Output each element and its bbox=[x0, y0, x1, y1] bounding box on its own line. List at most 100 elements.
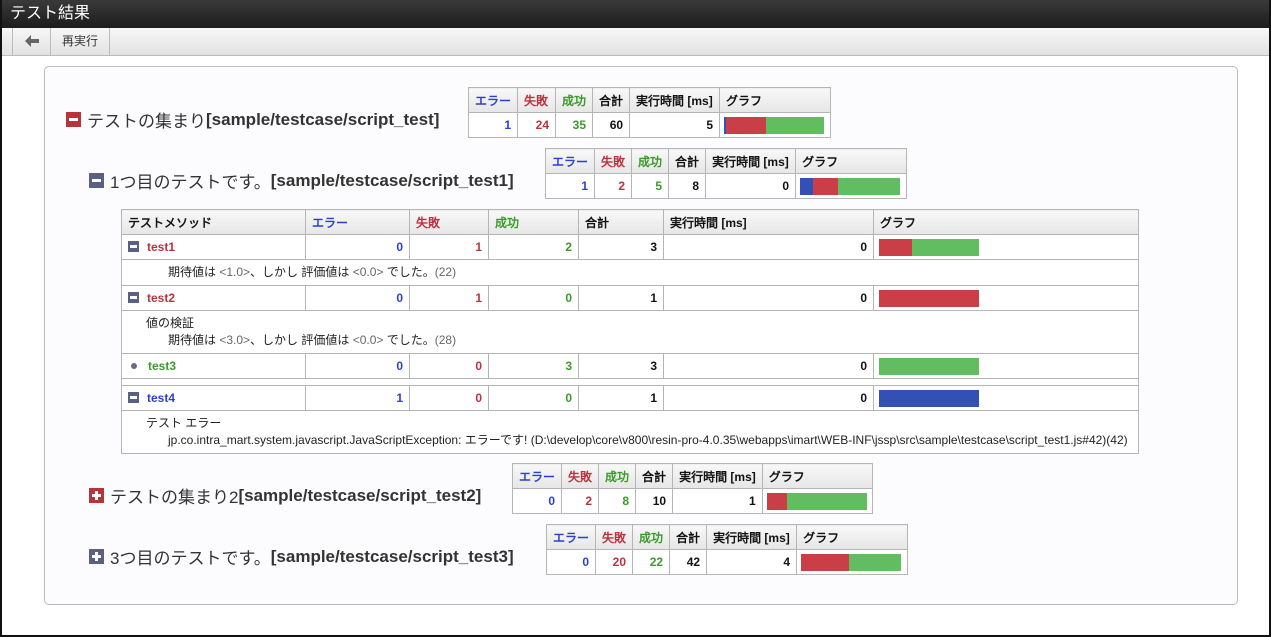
collapse-icon[interactable] bbox=[128, 392, 139, 403]
suite-heading[interactable]: テストの集まり [sample/testcase/script_test] bbox=[66, 107, 439, 132]
header-graph: グラフ bbox=[795, 148, 908, 174]
method-name[interactable]: test4 bbox=[147, 391, 175, 405]
suite-path: [sample/testcase/script_test2] bbox=[238, 485, 482, 505]
message-value: <0.0> bbox=[352, 265, 384, 279]
header-success: 成功 bbox=[631, 148, 670, 174]
back-button[interactable] bbox=[12, 28, 50, 55]
table-row: test3 0 0 3 3 0 bbox=[121, 353, 1139, 379]
value-success: 0 bbox=[488, 385, 579, 411]
header-total: 合計 bbox=[578, 209, 664, 235]
message-row: テスト エラー jp.co.intra_mart.system.javascrip… bbox=[121, 410, 1139, 454]
message-text: 、しかし 評価値は bbox=[250, 265, 353, 279]
message-value: <3.0> bbox=[219, 333, 251, 347]
message-text: でした。 bbox=[383, 265, 435, 279]
value-time: 0 bbox=[663, 285, 874, 311]
header-graph: グラフ bbox=[761, 463, 873, 489]
collapse-icon[interactable] bbox=[128, 292, 139, 303]
header-failure: 失敗 bbox=[409, 209, 489, 235]
header-failure: 失敗 bbox=[517, 87, 557, 113]
failure-message: 値の検証 期待値は <3.0>、しかし 評価値は <0.0> でした。(28) bbox=[121, 310, 1139, 354]
failure-message: テスト エラー jp.co.intra_mart.system.javascrip… bbox=[121, 410, 1139, 454]
graph-cell bbox=[761, 488, 873, 514]
suite-title: 3つ目のテストです。 bbox=[110, 549, 271, 568]
header-error: エラー bbox=[545, 524, 597, 550]
header-total: 合計 bbox=[668, 148, 707, 174]
bar-segment-failure bbox=[725, 116, 766, 134]
suite-title: テストの集まり bbox=[87, 112, 206, 131]
table-row: test1 0 1 2 3 0 bbox=[121, 234, 1139, 260]
collapse-icon[interactable] bbox=[128, 241, 139, 252]
value-error: 1 bbox=[544, 173, 596, 199]
value-total: 8 bbox=[668, 173, 707, 199]
value-failure: 24 bbox=[517, 112, 557, 138]
header-error: エラー bbox=[544, 148, 596, 174]
message-value: <0.0> bbox=[352, 333, 384, 347]
graph-cell bbox=[873, 234, 1139, 260]
suite-heading[interactable]: テストの集まり2 [sample/testcase/script_test2] bbox=[89, 483, 481, 508]
graph-cell bbox=[873, 353, 1139, 379]
test-method-table: テストメソッド エラー 失敗 成功 合計 実行時間 [ms] グラフ test1 0 1 2 3 0 期待… bbox=[121, 209, 1139, 454]
method-name-cell[interactable]: test2 bbox=[121, 285, 306, 311]
method-name[interactable]: test3 bbox=[148, 359, 176, 373]
value-failure: 2 bbox=[594, 173, 633, 199]
suite-title: 1つ目のテストです。 bbox=[110, 173, 271, 192]
suite-path: [sample/testcase/script_test3] bbox=[270, 546, 514, 566]
value-total: 3 bbox=[578, 234, 664, 260]
result-bar bbox=[766, 492, 867, 510]
bar-segment-success bbox=[837, 177, 901, 195]
message-text: 期待値は bbox=[168, 265, 220, 279]
header-time: 実行時間 [ms] bbox=[672, 463, 763, 489]
method-name[interactable]: test1 bbox=[147, 240, 175, 254]
suite-heading[interactable]: 1つ目のテストです。 [sample/testcase/script_test1… bbox=[89, 168, 514, 193]
header-total: 合計 bbox=[592, 87, 631, 113]
collapse-icon[interactable] bbox=[89, 173, 104, 188]
value-time: 0 bbox=[663, 353, 874, 379]
header-failure: 失敗 bbox=[595, 524, 634, 550]
value-success: 0 bbox=[488, 285, 579, 311]
message-value: (22) bbox=[434, 265, 457, 279]
value-time: 5 bbox=[629, 112, 721, 138]
expand-icon[interactable] bbox=[89, 549, 104, 564]
expand-icon[interactable] bbox=[89, 488, 104, 503]
bar-segment-success bbox=[765, 116, 825, 134]
value-error: 0 bbox=[545, 549, 597, 575]
suite-path: [sample/testcase/script_test1] bbox=[270, 170, 514, 190]
header-failure: 失敗 bbox=[561, 463, 600, 489]
suite-path: [sample/testcase/script_test] bbox=[206, 109, 440, 129]
collapse-icon[interactable] bbox=[66, 112, 81, 127]
graph-cell bbox=[873, 285, 1139, 311]
bar-segment-success bbox=[912, 238, 979, 256]
message-text: 、しかし 評価値は bbox=[250, 333, 353, 347]
value-success: 3 bbox=[488, 353, 579, 379]
window-title: テスト結果 bbox=[0, 0, 1271, 28]
value-total: 42 bbox=[669, 549, 708, 575]
result-bar bbox=[879, 289, 979, 307]
header-success: 成功 bbox=[555, 87, 594, 113]
bullet-icon bbox=[131, 363, 137, 369]
value-failure: 0 bbox=[409, 385, 489, 411]
suite-heading[interactable]: 3つ目のテストです。 [sample/testcase/script_test3… bbox=[89, 544, 514, 569]
graph-cell bbox=[795, 173, 908, 199]
value-total: 10 bbox=[635, 488, 674, 514]
bar-segment-error bbox=[879, 389, 979, 407]
suite-summary-table: エラー 失敗 成功 合計 実行時間 [ms] グラフ 0 2 8 10 1 bbox=[511, 463, 873, 514]
toolbar: 再実行 bbox=[0, 28, 1271, 56]
header-graph: グラフ bbox=[719, 87, 832, 113]
method-name[interactable]: test2 bbox=[147, 291, 175, 305]
rerun-button[interactable]: 再実行 bbox=[50, 28, 110, 55]
header-time: 実行時間 [ms] bbox=[629, 87, 721, 113]
method-name-cell[interactable]: test1 bbox=[121, 234, 306, 260]
value-success: 22 bbox=[632, 549, 671, 575]
header-error: エラー bbox=[511, 463, 563, 489]
result-bar bbox=[879, 357, 979, 375]
bar-segment-failure bbox=[766, 492, 787, 510]
value-failure: 1 bbox=[409, 285, 489, 311]
value-success: 8 bbox=[598, 488, 637, 514]
header-time: 実行時間 [ms] bbox=[663, 209, 874, 235]
method-name-cell[interactable]: test4 bbox=[121, 385, 306, 411]
value-success: 2 bbox=[488, 234, 579, 260]
separator-row bbox=[121, 378, 1139, 386]
result-bar bbox=[879, 389, 979, 407]
message-line: 期待値は <3.0>、しかし 評価値は <0.0> でした。(28) bbox=[146, 332, 1130, 349]
graph-cell bbox=[873, 385, 1139, 411]
